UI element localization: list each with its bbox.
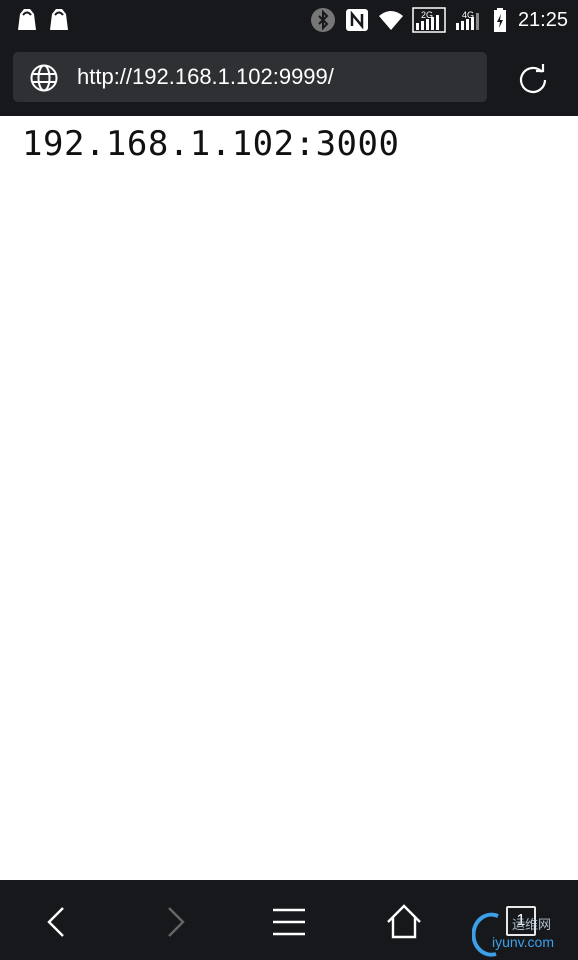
signal-icon: 2G [412,7,446,33]
status-time: 21:25 [517,8,568,31]
battery-charging-icon [492,7,508,33]
watermark: 运维网 iyunv.com [472,908,578,960]
watermark-text-url: iyunv.com [492,934,554,950]
menu-icon[interactable] [269,902,309,942]
globe-icon [29,63,59,93]
page-text: 192.168.1.102:3000 [22,124,400,164]
signal-icon: 4G [454,7,484,33]
shopping-bag-icon [14,6,40,32]
url-bar[interactable]: http://192.168.1.102:9999/ [13,52,487,102]
reload-icon[interactable] [516,62,550,96]
back-icon[interactable] [38,902,78,942]
bluetooth-icon [310,7,336,33]
status-bar: 2G 4G 21:25 [0,0,578,40]
wifi-icon [378,7,404,33]
browser-toolbar: http://192.168.1.102:9999/ [0,40,578,116]
forward-icon[interactable] [154,902,194,942]
home-icon[interactable] [384,902,424,942]
url-text[interactable]: http://192.168.1.102:9999/ [77,64,334,90]
page-content: 192.168.1.102:3000 [0,116,578,880]
nfc-icon [344,7,370,33]
shopping-bag-icon [46,6,72,32]
watermark-text-cn: 运维网 [512,918,552,933]
